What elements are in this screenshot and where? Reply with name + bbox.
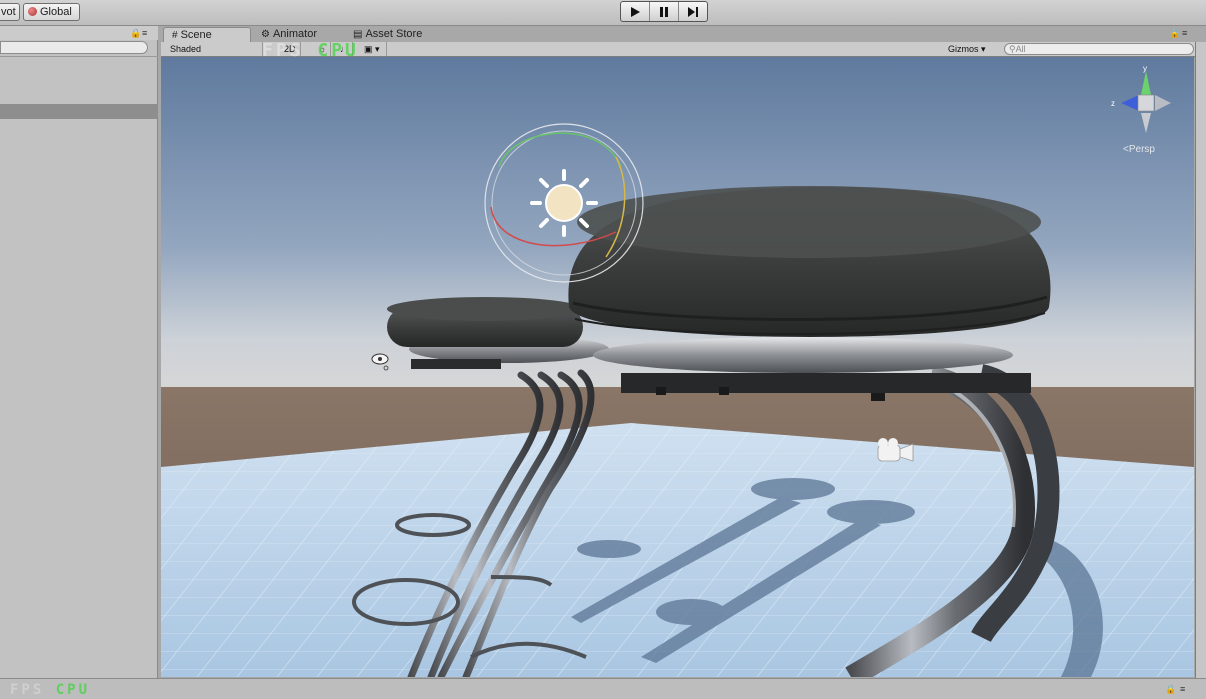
- draw-mode-dropdown[interactable]: Shaded: [165, 42, 263, 56]
- fps-watermark-top: FPS CPU: [262, 40, 359, 61]
- pause-icon: [660, 6, 668, 17]
- scene-menu-icon[interactable]: ≡: [1182, 29, 1190, 38]
- divider: [0, 56, 158, 57]
- scene-render[interactable]: y z <Persp: [161, 57, 1194, 677]
- image-icon: ▣: [364, 44, 373, 54]
- tab-scene[interactable]: # Scene: [163, 27, 251, 42]
- bottom-lock-icon[interactable]: 🔒: [1165, 685, 1176, 694]
- effects-dropdown[interactable]: ▣ ▾: [359, 42, 387, 56]
- y-axis-label: y: [1143, 64, 1147, 73]
- pivot-toggle-button[interactable]: vot: [0, 3, 20, 21]
- scene-viewport[interactable]: y z <Persp: [161, 57, 1194, 677]
- pause-button[interactable]: [650, 2, 679, 21]
- chevron-down-icon: ▾: [375, 44, 380, 54]
- hierarchy-search-input[interactable]: [0, 41, 148, 54]
- lock-icon[interactable]: 🔒: [130, 29, 141, 38]
- fps-watermark-bottom: FPS CPU: [10, 682, 90, 698]
- step-button[interactable]: [679, 2, 707, 21]
- projection-label[interactable]: <Persp: [1123, 144, 1155, 155]
- scene-search-input[interactable]: ⚲All: [1004, 43, 1194, 55]
- play-icon: [631, 6, 640, 17]
- hierarchy-header: 🔒 ≡: [0, 26, 158, 40]
- bottom-menu-icon[interactable]: ≡: [1180, 685, 1188, 694]
- search-icon: ⚲: [1009, 44, 1016, 54]
- global-toggle-button[interactable]: Global: [23, 3, 80, 21]
- hierarchy-selected-row[interactable]: [0, 104, 158, 119]
- globe-icon: [28, 7, 37, 16]
- global-label: Global: [40, 6, 72, 18]
- inspector-edge: [1195, 42, 1206, 678]
- play-button[interactable]: [621, 2, 650, 21]
- cpu-label: CPU: [317, 40, 359, 61]
- sun-icon: [545, 184, 583, 222]
- step-icon: [688, 6, 698, 17]
- tab-animator-label: Animator: [272, 28, 317, 40]
- scene-search-placeholder: All: [1015, 44, 1026, 54]
- tab-asset-store-label: Asset Store: [365, 28, 423, 40]
- scene-lock-icon[interactable]: 🔒: [1169, 29, 1180, 38]
- panel-menu-icon[interactable]: ≡: [142, 29, 150, 38]
- playback-controls: [620, 1, 708, 22]
- grid-icon: #: [172, 30, 178, 41]
- gizmos-label: Gizmos: [948, 44, 979, 54]
- gizmos-dropdown[interactable]: Gizmos ▾: [943, 42, 995, 56]
- main-toolbar: vot Global: [0, 0, 1206, 26]
- center-cube[interactable]: [1137, 94, 1155, 112]
- tab-scene-label: Scene: [180, 29, 212, 41]
- fps-label-bottom: FPS: [10, 682, 45, 698]
- cpu-label-bottom: CPU: [55, 682, 91, 698]
- bottom-panel: 🔒 ≡: [0, 678, 1206, 699]
- fps-label: FPS: [262, 40, 304, 61]
- z-axis-label: z: [1111, 99, 1115, 108]
- chevron-down-icon: ▾: [981, 44, 986, 54]
- hierarchy-panel: 🔒 ≡: [0, 26, 158, 678]
